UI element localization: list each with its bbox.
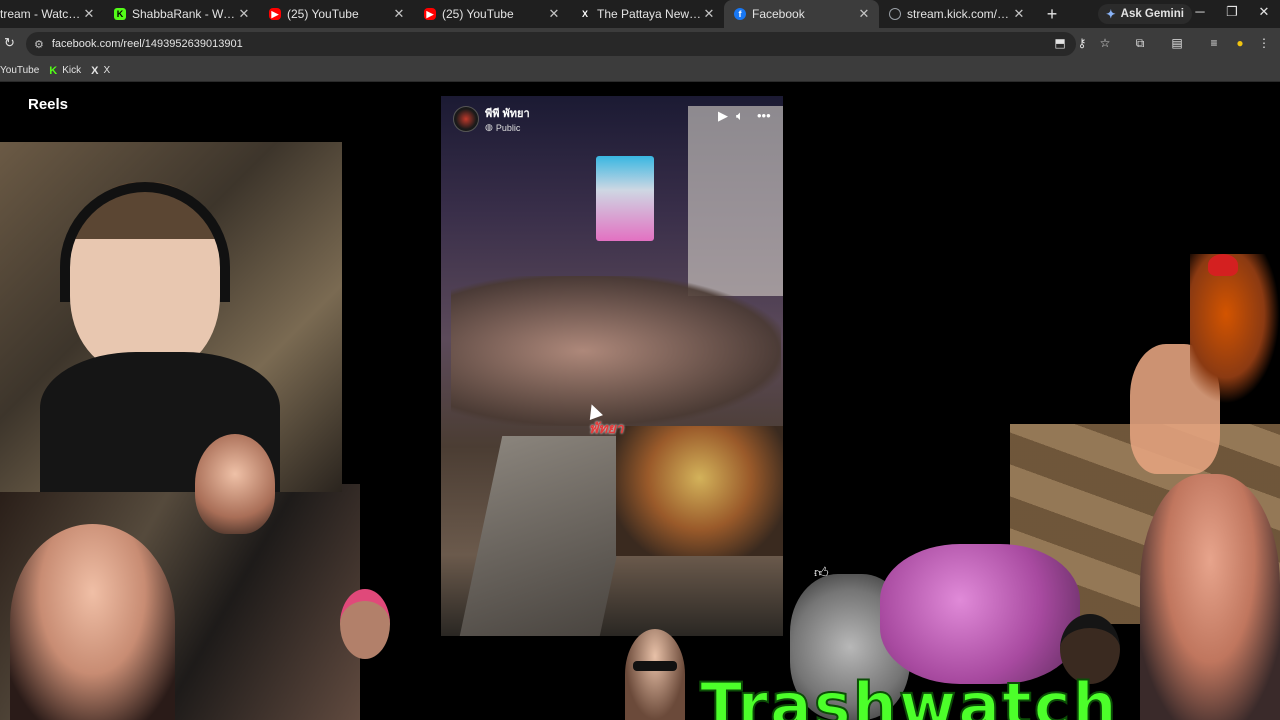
tab-title: (25) YouTube [287, 7, 359, 21]
close-window-button[interactable]: ✕ [1254, 4, 1274, 20]
streamer-webcam [0, 142, 342, 492]
new-tab-button[interactable]: + [1040, 4, 1064, 25]
building [688, 106, 783, 296]
gemini-icon: ✦ [1106, 9, 1116, 21]
overlay-smiling-man [1140, 474, 1280, 720]
bookmark-label: X [103, 65, 111, 76]
headset-icon [60, 182, 230, 302]
bookmark-kick[interactable]: K Kick [49, 65, 81, 77]
x-icon: X [91, 64, 99, 77]
tab-title: ShabbaRank - Watch the VO [132, 7, 237, 21]
browser-tab[interactable]: X The Pattaya News Thailand ✕ [569, 0, 724, 28]
neon-sign [596, 156, 654, 241]
overlay-sunglasses-man [625, 629, 685, 720]
play-icon[interactable]: ▶ [718, 108, 728, 124]
globe-icon [889, 8, 901, 20]
globe-icon: ◍ [485, 122, 493, 132]
bookmark-star-icon[interactable]: ☆ [1097, 36, 1113, 50]
visibility-text: Public [495, 122, 521, 133]
browser-tab[interactable]: tream - Watch Live on ✕ [0, 0, 104, 28]
close-icon[interactable]: ✕ [82, 6, 96, 22]
trashwatch-banner: Trashwatch [699, 668, 1119, 720]
page-avatar[interactable] [453, 105, 479, 132]
bookmark-label: Kick [62, 65, 82, 76]
x-icon: X [581, 9, 588, 19]
ask-gemini-label: Ask Gemini [1120, 8, 1184, 20]
bookmark-label: YouTube [0, 65, 40, 76]
ask-gemini-button[interactable]: ✦ Ask Gemini [1098, 4, 1192, 24]
reload-icon[interactable]: ↻ [4, 35, 15, 51]
close-icon[interactable]: ✕ [702, 6, 716, 22]
extensions-icon[interactable]: ⧉ [1132, 36, 1148, 51]
side-panel-icon[interactable]: ▤ [1169, 36, 1185, 50]
bookmark-x[interactable]: X X [91, 65, 110, 77]
close-icon[interactable]: ✕ [392, 6, 406, 22]
minimize-button[interactable]: ─ [1190, 4, 1210, 19]
youtube-icon: ▶ [424, 8, 436, 20]
video-watermark: พัทยา [589, 420, 624, 436]
tab-title: The Pattaya News Thailand [597, 7, 702, 21]
overlay-pink-trash-bags [880, 544, 1080, 684]
browser-tab[interactable]: K ShabbaRank - Watch the VO ✕ [104, 0, 259, 28]
site-info-icon[interactable]: ⚙ [34, 38, 44, 51]
street-crowd [451, 276, 781, 426]
tab-title: Facebook [752, 7, 805, 21]
password-key-icon[interactable]: ⚷ [1074, 36, 1090, 50]
facebook-icon: f [734, 8, 746, 20]
close-icon[interactable]: ✕ [547, 6, 561, 22]
kick-icon: K [49, 64, 58, 77]
toolbar: ↻ ⚙ facebook.com/reel/1493952639013901 ⬒… [0, 28, 1280, 60]
profile-avatar[interactable]: ● [1232, 36, 1248, 50]
close-icon[interactable]: ✕ [857, 6, 871, 22]
kick-icon: K [114, 8, 126, 20]
overlay-pink-cap-man [340, 589, 390, 659]
browser-tab-active[interactable]: f Facebook ✕ [724, 0, 879, 28]
tab-title: stream.kick.com/3c81249a5 [907, 7, 1012, 21]
restore-button[interactable]: ❐ [1222, 4, 1242, 20]
reading-list-icon[interactable]: ≡ [1206, 36, 1222, 50]
browser-tab[interactable]: stream.kick.com/3c81249a5 ✕ [879, 0, 1034, 28]
facebook-reels-page: Reels พีพี พัทยา ◍ Public ▶ 🔈︎ ••• พัทยา [0, 84, 1280, 720]
tab-strip: tream - Watch Live on ✕ K ShabbaRank - W… [0, 0, 1280, 28]
bookmark-youtube[interactable]: YouTube [0, 65, 39, 76]
tab-title: (25) YouTube [442, 7, 514, 21]
bookmarks-bar: YouTube K Kick X X [0, 60, 1280, 82]
more-options-icon[interactable]: ••• [757, 108, 771, 123]
page-title: Reels [28, 96, 69, 113]
visibility-label: ◍ Public [485, 122, 530, 133]
rooster-comb [1208, 254, 1238, 276]
close-icon[interactable]: ✕ [237, 6, 251, 22]
youtube-icon: ▶ [269, 8, 281, 20]
rooster-icon [1190, 254, 1280, 404]
browser-tab[interactable]: ▶ (25) YouTube ✕ [414, 0, 569, 28]
concrete-wall [459, 436, 643, 636]
overlay-face-small [195, 434, 275, 534]
browser-tab[interactable]: ▶ (25) YouTube ✕ [259, 0, 414, 28]
trash-pile [616, 426, 783, 556]
address-bar[interactable]: ⚙ facebook.com/reel/1493952639013901 [26, 32, 1076, 56]
sunglasses-icon [633, 661, 677, 671]
page-name[interactable]: พีพี พัทยา [485, 104, 530, 122]
overlay-face-bald-man [10, 524, 175, 720]
reel-header: พีพี พัทยา ◍ Public [453, 104, 530, 133]
tab-title: tream - Watch Live on [0, 7, 82, 21]
menu-icon[interactable]: ⋮ [1256, 36, 1272, 50]
volume-icon[interactable]: 🔈︎ [736, 108, 744, 124]
close-icon[interactable]: ✕ [1012, 6, 1026, 22]
install-app-icon[interactable]: ⬒ [1052, 36, 1068, 50]
reel-video-player[interactable]: พีพี พัทยา ◍ Public ▶ 🔈︎ ••• พัทยา [441, 96, 783, 636]
url-text: facebook.com/reel/1493952639013901 [51, 38, 243, 50]
